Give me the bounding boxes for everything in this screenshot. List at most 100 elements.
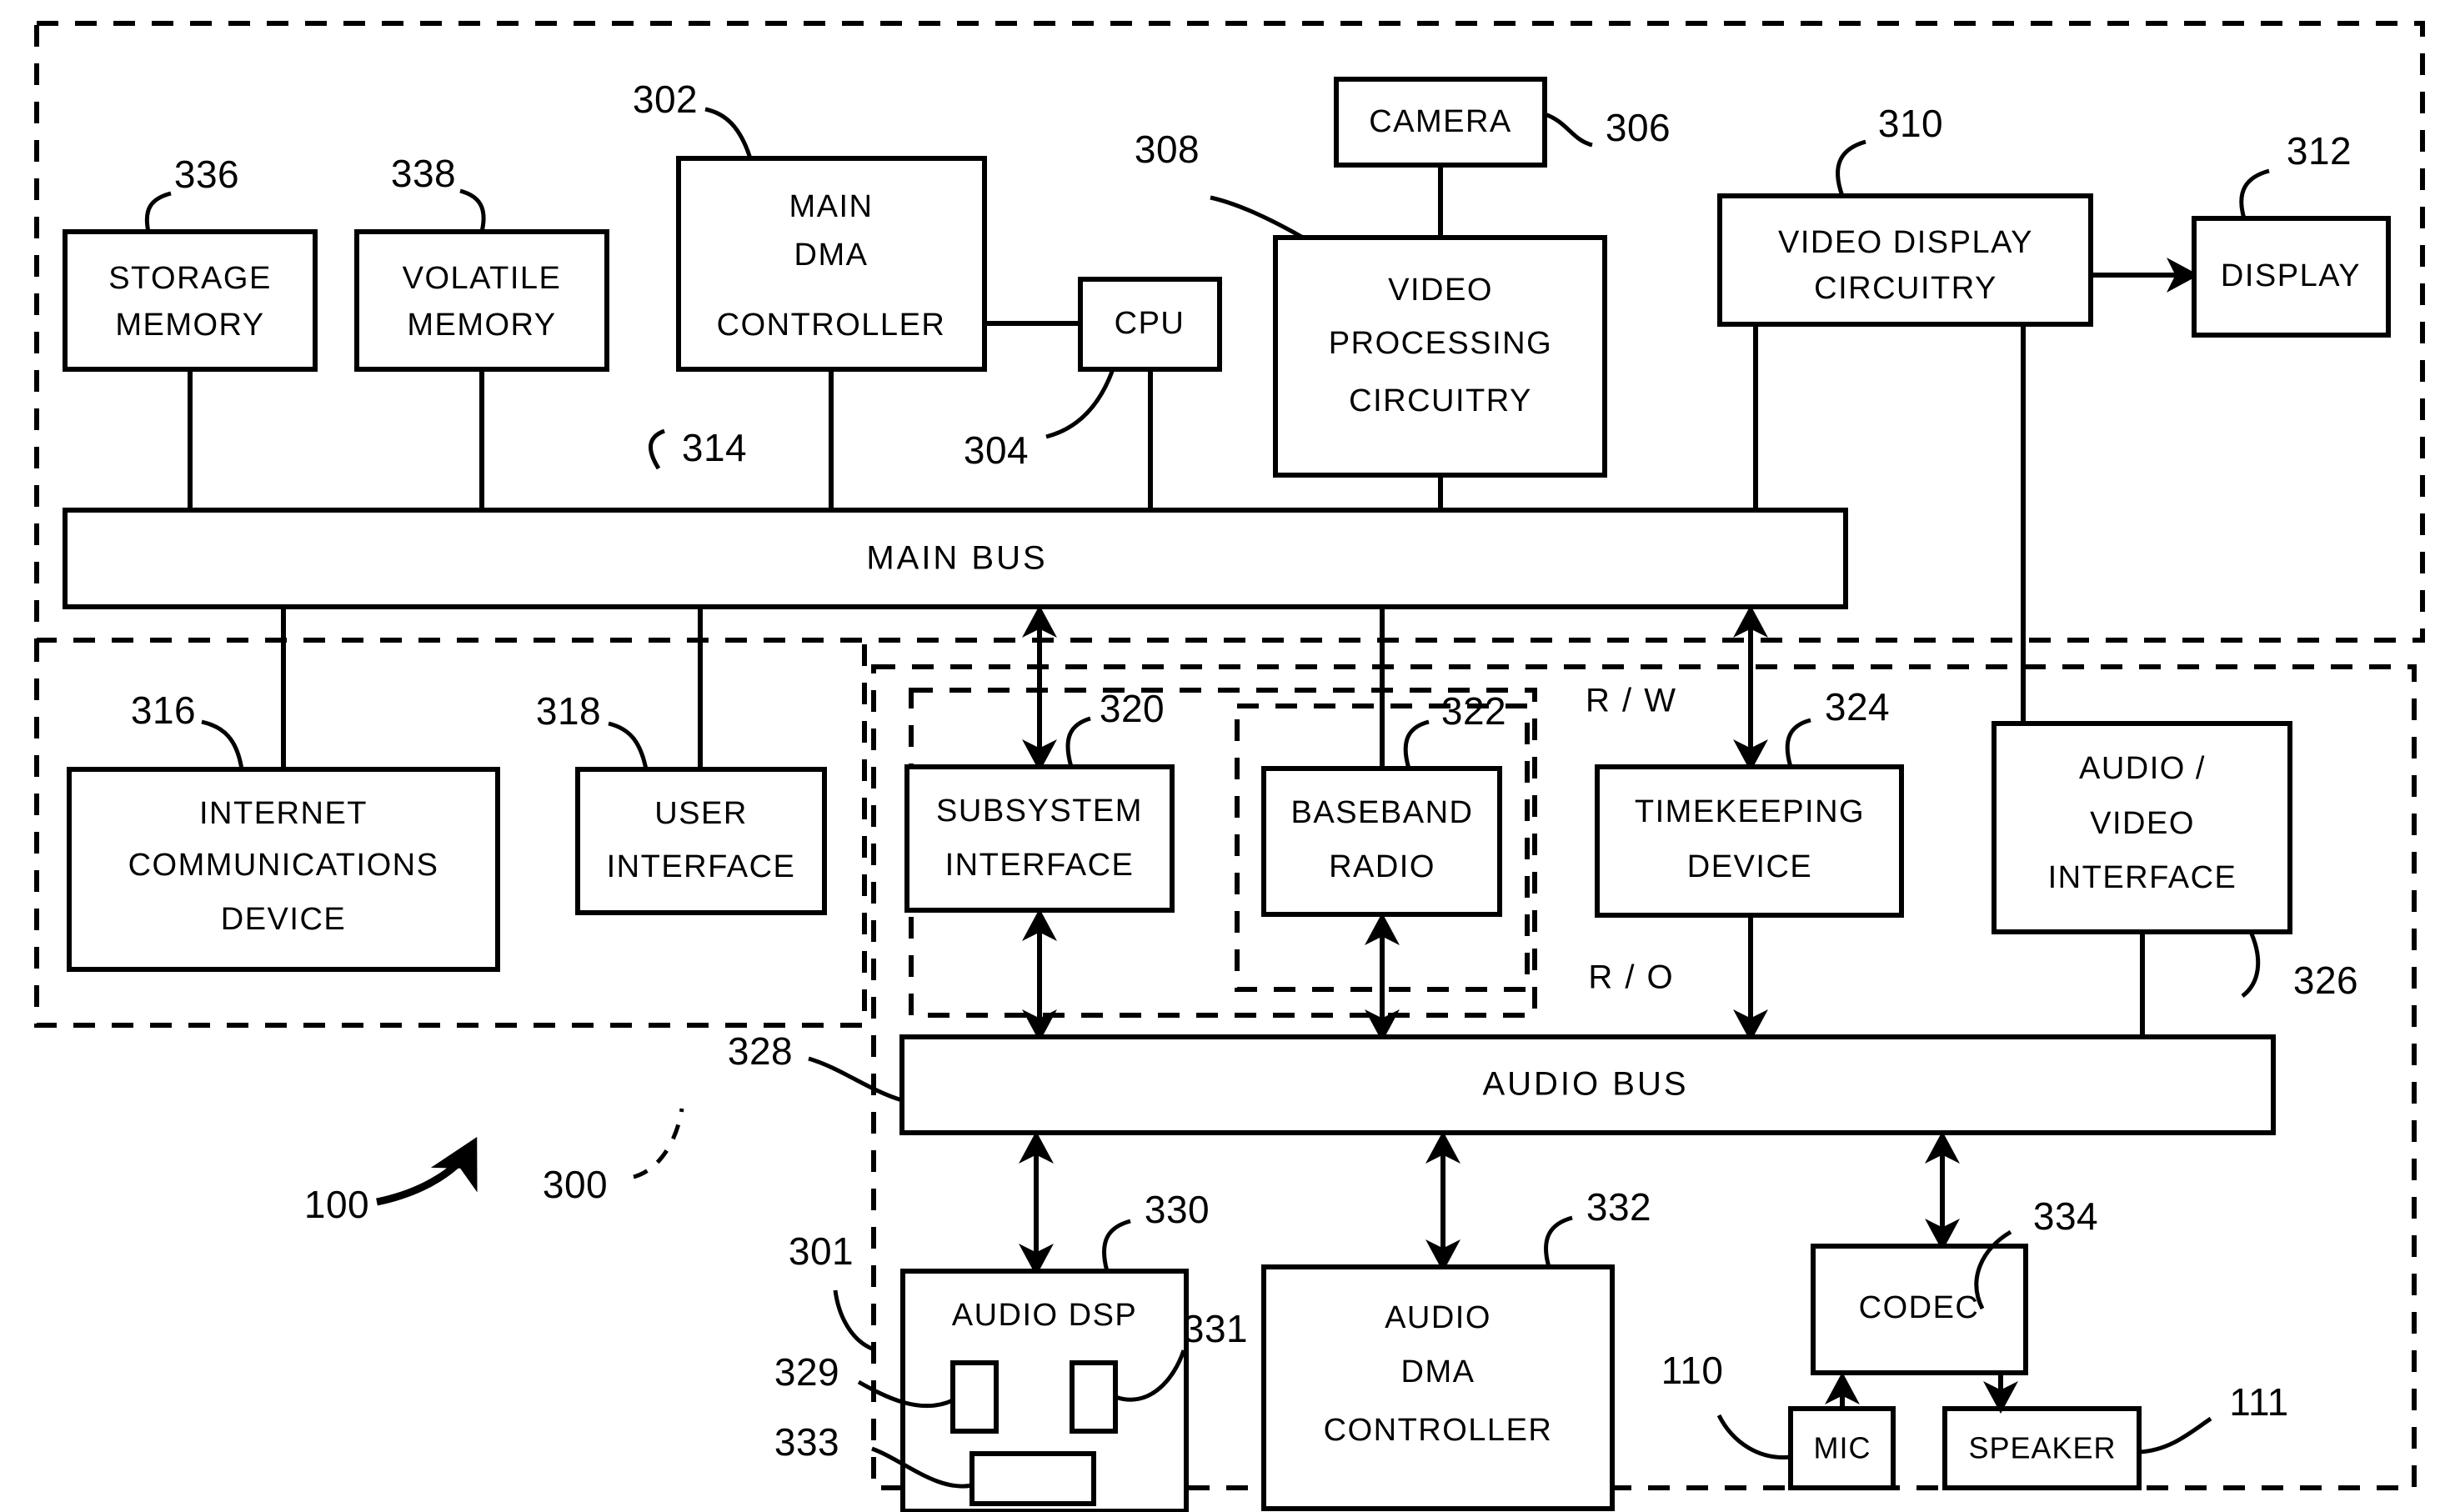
volatile-memory-label-line2: MEMORY: [407, 308, 556, 343]
leader-322: [1403, 719, 1430, 769]
block-main-dma-controller: MAIN DMA CONTROLLER: [676, 156, 987, 372]
block-codec: CODEC: [1811, 1244, 2028, 1375]
refnum-324: 324: [1825, 685, 1890, 728]
block-user-interface: USER INTERFACE: [575, 767, 827, 915]
block-display: DISPLAY: [2192, 216, 2391, 338]
av-interface-label-line3: INTERFACE: [2048, 860, 2237, 895]
leader-316: [201, 719, 244, 770]
refnum-316: 316: [131, 688, 196, 732]
refnum-318: 318: [536, 689, 601, 733]
user-interface-label-line1: USER: [654, 796, 748, 831]
storage-memory-label-line2: MEMORY: [115, 308, 264, 343]
video-display-label-line2: CIRCUITRY: [1814, 271, 1997, 306]
block-video-processing-circuitry: VIDEO PROCESSING CIRCUITRY: [1273, 235, 1607, 478]
main-dma-label-line2: DMA: [794, 238, 869, 273]
subsystem-interface-label-line2: INTERFACE: [945, 848, 1135, 883]
audio-dsp-subblock-331: [1070, 1360, 1118, 1434]
refnum-110: 110: [1661, 1349, 1724, 1392]
main-dma-label-line1: MAIN: [789, 189, 874, 224]
block-subsystem-interface: SUBSYSTEM INTERFACE: [904, 764, 1175, 913]
leader-306: [1544, 112, 1593, 148]
block-audio-video-interface: AUDIO / VIDEO INTERFACE: [1992, 721, 2292, 934]
leader-318: [608, 721, 649, 770]
leader-111: [2138, 1416, 2212, 1454]
block-baseband-radio: BASEBAND RADIO: [1261, 766, 1502, 917]
refnum-322: 322: [1441, 689, 1506, 733]
block-video-display-circuitry: VIDEO DISPLAY CIRCUITRY: [1717, 193, 2093, 327]
block-audio-dsp: AUDIO DSP: [900, 1269, 1189, 1512]
video-display-label-line1: VIDEO DISPLAY: [1778, 225, 2033, 260]
camera-label: CAMERA: [1369, 104, 1512, 139]
main-bus-label: MAIN BUS: [866, 540, 1047, 577]
leader-304: [1045, 368, 1115, 439]
user-interface-label-line2: INTERFACE: [607, 849, 796, 884]
leader-300: [633, 1108, 684, 1179]
leader-330: [1102, 1219, 1131, 1272]
refnum-333: 333: [774, 1420, 839, 1464]
block-storage-memory: STORAGE MEMORY: [63, 229, 318, 372]
refnum-302: 302: [633, 78, 698, 121]
volatile-memory-label-line1: VOLATILE: [403, 261, 562, 296]
leader-328: [808, 1056, 903, 1103]
leader-100-arrow: [376, 1137, 478, 1206]
block-speaker: SPEAKER: [1942, 1406, 2142, 1490]
block-cpu: CPU: [1078, 277, 1222, 372]
refnum-304: 304: [964, 428, 1029, 472]
leader-320: [1065, 716, 1091, 768]
internet-comm-label-line2: COMMUNICATIONS: [128, 848, 439, 883]
refnum-310: 310: [1878, 102, 1943, 145]
codec-label: CODEC: [1859, 1290, 1980, 1325]
baseband-radio-label-line2: RADIO: [1329, 849, 1435, 884]
mic-label: MIC: [1814, 1431, 1871, 1465]
av-interface-label-line1: AUDIO /: [2079, 751, 2206, 786]
block-camera: CAMERA: [1334, 77, 1547, 168]
baseband-radio-label-line1: BASEBAND: [1291, 795, 1474, 830]
signal-label-ro: R / O: [1588, 959, 1674, 996]
timekeeping-label-line1: TIMEKEEPING: [1635, 794, 1865, 829]
signal-label-rw: R / W: [1586, 683, 1677, 719]
leader-110: [1716, 1414, 1791, 1459]
block-volatile-memory: VOLATILE MEMORY: [354, 229, 609, 372]
speaker-label: SPEAKER: [1968, 1431, 2116, 1465]
refnum-306: 306: [1606, 106, 1671, 149]
refnum-331: 331: [1183, 1307, 1248, 1350]
video-processing-label-line2: PROCESSING: [1329, 326, 1552, 361]
audio-dsp-subblock-329: [950, 1360, 999, 1434]
leader-308: [1210, 195, 1305, 240]
leader-312: [2239, 168, 2270, 219]
block-internet-communications-device: INTERNET COMMUNICATIONS DEVICE: [67, 767, 500, 972]
display-label: DISPLAY: [2221, 258, 2361, 293]
refnum-312: 312: [2287, 129, 2352, 173]
subsystem-interface-label-line1: SUBSYSTEM: [936, 794, 1143, 829]
timekeeping-label-line2: DEVICE: [1687, 849, 1812, 884]
refnum-301: 301: [789, 1229, 854, 1273]
block-timekeeping-device: TIMEKEEPING DEVICE: [1595, 764, 1904, 918]
leader-301: [833, 1289, 874, 1351]
block-audio-dma-controller: AUDIO DMA CONTROLLER: [1261, 1264, 1615, 1511]
audio-dsp-subblock-333: [969, 1451, 1096, 1506]
audio-dma-label-line2: DMA: [1401, 1354, 1476, 1389]
leader-314: [649, 428, 665, 470]
leader-338: [459, 188, 486, 233]
refnum-330: 330: [1145, 1188, 1210, 1231]
audio-dma-label-line1: AUDIO: [1385, 1300, 1491, 1335]
refnum-334: 334: [2033, 1194, 2098, 1238]
cpu-label: CPU: [1115, 306, 1185, 341]
refnum-329: 329: [774, 1350, 839, 1394]
refnum-326: 326: [2293, 959, 2358, 1002]
audio-bus-label: AUDIO BUS: [1482, 1066, 1688, 1103]
figure-canvas: MAIN BUS STORAGE MEMORY VOLATILE MEMORY …: [0, 0, 2440, 1512]
block-mic-real: MIC: [1788, 1406, 1896, 1490]
refnum-100: 100: [304, 1183, 369, 1226]
leader-332: [1544, 1215, 1573, 1268]
leader-302: [704, 107, 753, 159]
audio-dsp-label: AUDIO DSP: [952, 1298, 1138, 1333]
internet-comm-label-line1: INTERNET: [199, 796, 368, 831]
leader-326: [2241, 930, 2261, 998]
refnum-314: 314: [682, 426, 747, 469]
leader-324: [1785, 718, 1811, 768]
refnum-328: 328: [728, 1029, 793, 1073]
video-processing-label-line3: CIRCUITRY: [1349, 383, 1532, 418]
refnum-332: 332: [1586, 1185, 1651, 1229]
main-dma-label-line3: CONTROLLER: [717, 308, 946, 343]
